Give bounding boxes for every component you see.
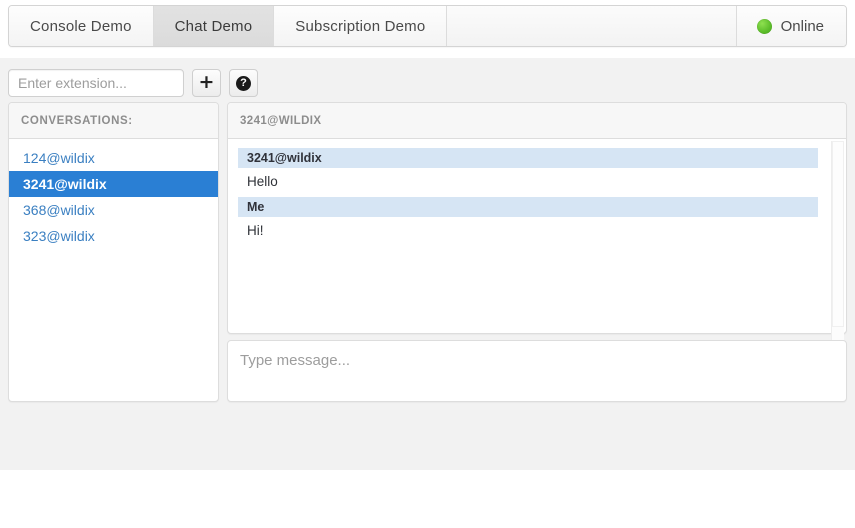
tab-chat-demo-label: Chat Demo xyxy=(174,17,253,35)
conversations-panel: CONVERSATIONS: 124@wildix 3241@wildix 36… xyxy=(8,102,219,402)
conversations-panel-header: CONVERSATIONS: xyxy=(9,103,218,139)
tab-console-demo[interactable]: Console Demo xyxy=(9,6,154,46)
list-item[interactable]: 368@wildix xyxy=(9,197,218,223)
list-item[interactable]: 124@wildix xyxy=(9,145,218,171)
conversation-label: 124@wildix xyxy=(23,150,95,166)
plus-icon: + xyxy=(198,71,215,93)
tab-bar-filler xyxy=(447,6,737,46)
message-item: Me Hi! xyxy=(228,197,846,246)
message-item: 3241@wildix Hello xyxy=(228,148,846,197)
add-extension-button[interactable]: + xyxy=(192,69,221,97)
message-list: 3241@wildix Hello Me Hi! xyxy=(228,139,846,342)
chat-panel-header: 3241@WILDIX xyxy=(228,103,846,139)
message-text: Hello xyxy=(247,174,278,189)
list-item[interactable]: 323@wildix xyxy=(9,223,218,249)
tab-console-demo-label: Console Demo xyxy=(30,17,132,35)
conversation-label: 323@wildix xyxy=(23,228,95,244)
help-button[interactable]: ? xyxy=(229,69,258,97)
status-badge[interactable]: Online xyxy=(736,6,846,46)
tab-bar: Console Demo Chat Demo Subscription Demo… xyxy=(8,5,847,47)
message-text: Hi! xyxy=(247,223,264,238)
message-input[interactable] xyxy=(238,350,840,396)
conversation-label: 3241@wildix xyxy=(23,176,107,192)
extension-toolbar: + ? xyxy=(8,68,847,98)
list-item[interactable]: 3241@wildix xyxy=(9,171,218,197)
message-sender: 3241@wildix xyxy=(238,148,818,168)
message-scrollbar-thumb[interactable] xyxy=(832,141,844,327)
chat-panel: 3241@WILDIX 3241@wildix Hello Me Hi! xyxy=(227,102,847,340)
tab-subscription-demo-label: Subscription Demo xyxy=(295,17,426,35)
status-dot-icon xyxy=(756,18,772,34)
conversations-title: CONVERSATIONS: xyxy=(21,114,133,127)
extension-input[interactable] xyxy=(8,69,184,97)
app-page: Console Demo Chat Demo Subscription Demo… xyxy=(0,0,855,528)
conversation-label: 368@wildix xyxy=(23,202,95,218)
tab-subscription-demo[interactable]: Subscription Demo xyxy=(274,6,448,46)
chat-header-title: 3241@WILDIX xyxy=(240,114,322,127)
conversations-list: 124@wildix 3241@wildix 368@wildix 323@wi… xyxy=(9,139,218,249)
question-mark-icon: ? xyxy=(236,75,251,91)
tab-chat-demo[interactable]: Chat Demo xyxy=(153,6,275,46)
compose-panel xyxy=(227,340,847,402)
status-label: Online xyxy=(780,17,824,35)
message-sender: Me xyxy=(238,197,818,217)
